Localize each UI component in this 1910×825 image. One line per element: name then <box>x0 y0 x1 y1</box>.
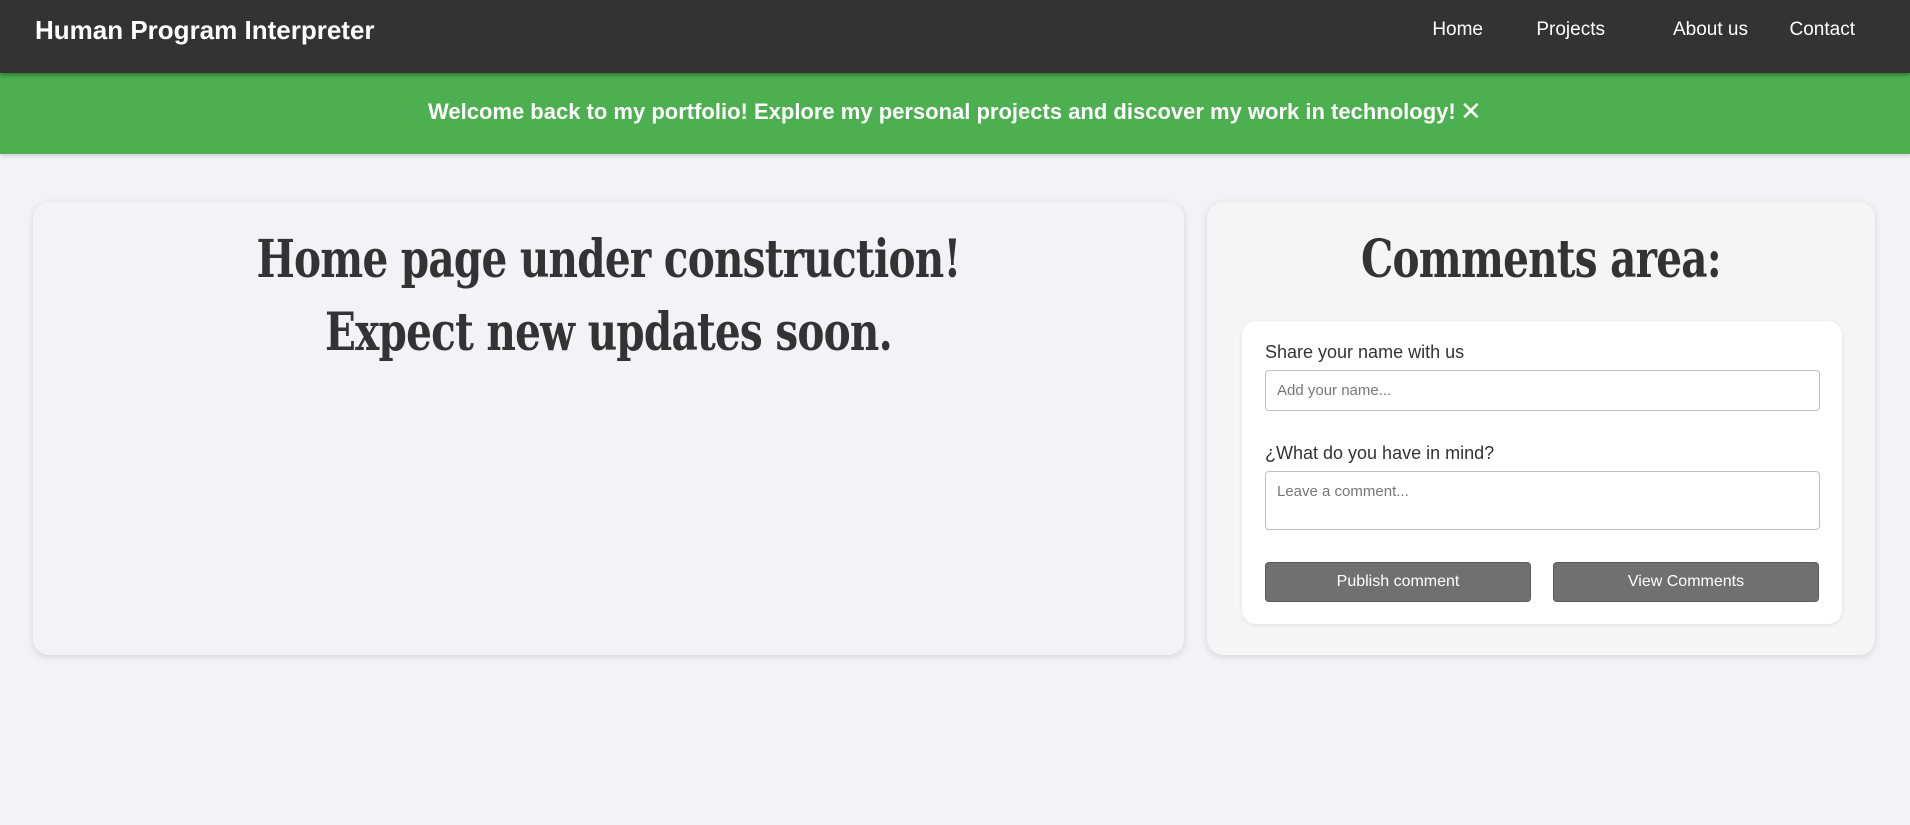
nav-link-home[interactable]: Home <box>1432 18 1483 42</box>
construction-headline-text: Home page under construction! <box>256 229 961 290</box>
updates-subheadline-text: Expect new updates soon. <box>325 302 893 363</box>
comment-form: Share your name with us ¿What do you hav… <box>1242 321 1842 624</box>
site-brand[interactable]: Human Program Interpreter <box>35 14 375 46</box>
publish-comment-button[interactable]: Publish comment <box>1265 562 1531 602</box>
name-input[interactable] <box>1265 370 1820 411</box>
nav-link-about-us[interactable]: About us <box>1673 18 1748 42</box>
banner-message: Welcome back to my portfolio! Explore my… <box>428 99 1456 124</box>
construction-headline: Home page under construction! <box>33 228 1184 292</box>
home-content-card: Home page under construction! Expect new… <box>33 202 1184 655</box>
view-comments-button[interactable]: View Comments <box>1553 562 1819 602</box>
name-field-label: Share your name with us <box>1265 342 1465 362</box>
top-navbar: Human Program Interpreter Home Projects … <box>0 0 1910 73</box>
comments-title-text: Comments area: <box>1361 229 1722 290</box>
comments-title: Comments area: <box>1207 228 1875 292</box>
comments-card: Comments area: Share your name with us ¿… <box>1207 202 1875 655</box>
welcome-banner: Welcome back to my portfolio! Explore my… <box>0 73 1910 154</box>
nav-link-projects[interactable]: Projects <box>1536 18 1605 42</box>
close-icon[interactable]: ✕ <box>1460 98 1482 124</box>
updates-subheadline: Expect new updates soon. <box>33 301 1184 365</box>
nav-link-contact[interactable]: Contact <box>1790 18 1855 42</box>
comment-textarea[interactable] <box>1265 471 1820 530</box>
comment-field-label: ¿What do you have in mind? <box>1265 443 1495 463</box>
